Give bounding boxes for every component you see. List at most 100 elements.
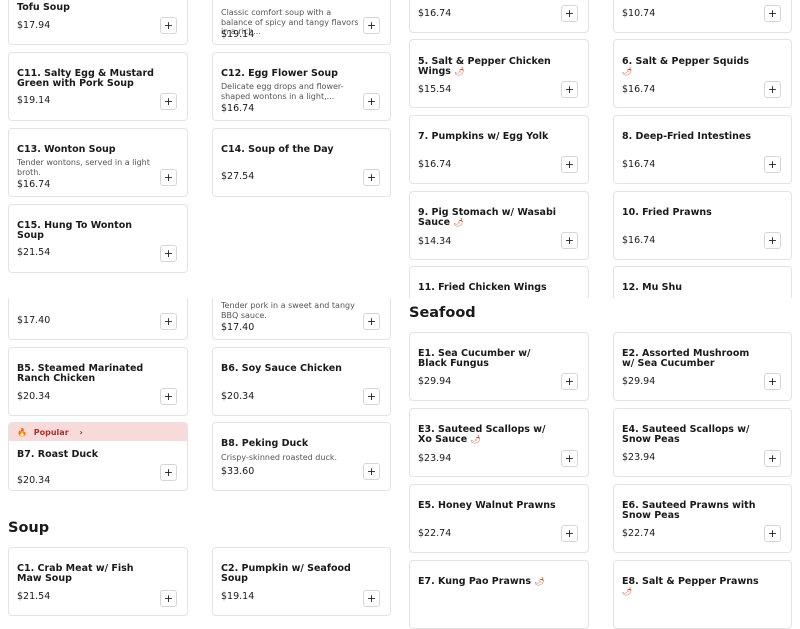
add-to-cart-button[interactable]: +	[561, 5, 578, 22]
item-price: $21.54	[17, 591, 51, 602]
item-price: $17.94	[17, 20, 51, 31]
item-name: C11. Salty Egg & Mustard Green with Pork…	[17, 68, 154, 89]
menu-item-card[interactable]: 11. Fried Chicken Wings	[409, 266, 589, 298]
item-price: $21.54	[17, 247, 51, 258]
menu-item-card[interactable]: C14. Soup of the Day $27.54 +	[212, 128, 391, 197]
menu-item-card[interactable]: E3. Sauteed Scallops w/ Xo Sauce 🌶 $23.9…	[409, 408, 589, 477]
menu-item-card[interactable]: $17.40 +	[8, 298, 188, 340]
menu-item-card[interactable]: $10.74 +	[613, 0, 792, 33]
add-to-cart-button[interactable]: +	[363, 169, 380, 186]
menu-item-card[interactable]: Classic comfort soup with a balance of s…	[212, 0, 391, 45]
section-title-seafood: Seafood	[409, 305, 476, 321]
item-name: 12. Mu Shu	[622, 282, 683, 293]
menu-item-card[interactable]: 5. Salt & Pepper Chicken Wings 🌶 $15.54 …	[409, 39, 589, 108]
add-to-cart-button[interactable]: +	[160, 464, 177, 481]
item-price: $16.74	[418, 8, 452, 19]
item-name: C2. Pumpkin w/ Seafood Soup	[221, 563, 351, 584]
menu-item-card[interactable]: E6. Sauteed Prawns with Snow Peas $22.74…	[613, 484, 792, 553]
popular-badge[interactable]: 🔥 Popular ›	[9, 423, 187, 441]
item-price: $27.54	[221, 171, 255, 182]
item-price: $29.94	[418, 376, 452, 387]
item-name: 8. Deep-Fried Intestines	[622, 131, 752, 142]
item-price: $29.94	[622, 376, 656, 387]
add-to-cart-button[interactable]: +	[764, 373, 781, 390]
spicy-icon: 🌶	[453, 218, 464, 227]
menu-item-card[interactable]: E4. Sauteed Scallops w/ Snow Peas $23.94…	[613, 408, 792, 477]
add-to-cart-button[interactable]: +	[764, 450, 781, 467]
item-name: B5. Steamed Marinated Ranch Chicken	[17, 363, 144, 384]
item-price: $16.74	[622, 235, 656, 246]
add-to-cart-button[interactable]: +	[561, 232, 578, 249]
add-to-cart-button[interactable]: +	[160, 17, 177, 34]
menu-item-card[interactable]: Tofu Soup $17.94 +	[8, 0, 188, 45]
section-title-soup: Soup	[8, 520, 50, 536]
add-to-cart-button[interactable]: +	[160, 169, 177, 186]
add-to-cart-button[interactable]: +	[561, 450, 578, 467]
add-to-cart-button[interactable]: +	[160, 93, 177, 110]
add-to-cart-button[interactable]: +	[160, 245, 177, 262]
menu-item-card[interactable]: Tender pork in a sweet and tangy BBQ sau…	[212, 298, 391, 340]
add-to-cart-button[interactable]: +	[764, 232, 781, 249]
menu-item-card[interactable]: C11. Salty Egg & Mustard Green with Pork…	[8, 52, 188, 121]
item-name: C12. Egg Flower Soup	[221, 68, 338, 79]
menu-item-card[interactable]: B6. Soy Sauce Chicken $20.34 +	[212, 347, 391, 416]
add-to-cart-button[interactable]: +	[363, 590, 380, 607]
add-to-cart-button[interactable]: +	[160, 388, 177, 405]
add-to-cart-button[interactable]: +	[363, 463, 380, 480]
item-price: $22.74	[418, 528, 452, 539]
menu-item-card[interactable]: C13. Wonton Soup Tender wontons, served …	[8, 128, 188, 197]
item-name: 6. Salt & Pepper Squids 🌶	[622, 56, 750, 77]
menu-item-card[interactable]: 10. Fried Prawns $16.74 +	[613, 191, 792, 260]
add-to-cart-button[interactable]: +	[363, 388, 380, 405]
add-to-cart-button[interactable]: +	[561, 81, 578, 98]
add-to-cart-button[interactable]: +	[363, 93, 380, 110]
menu-item-card[interactable]: E5. Honey Walnut Prawns $22.74 +	[409, 484, 589, 553]
menu-item-card[interactable]: C15. Hung To Wonton Soup $21.54 +	[8, 204, 188, 273]
item-price: $17.40	[17, 315, 51, 326]
menu-item-card[interactable]: 6. Salt & Pepper Squids 🌶 $16.74 +	[613, 39, 792, 108]
menu-item-card[interactable]: E1. Sea Cucumber w/ Black Fungus $29.94 …	[409, 332, 589, 401]
item-description: Delicate egg drops and flower-shaped won…	[221, 82, 344, 101]
menu-item-card[interactable]: C1. Crab Meat w/ Fish Maw Soup $21.54 +	[8, 547, 188, 616]
menu-item-card[interactable]: 8. Deep-Fried Intestines $16.74 +	[613, 115, 792, 184]
menu-item-card[interactable]: C2. Pumpkin w/ Seafood Soup $19.14 +	[212, 547, 391, 616]
item-name: E8. Salt & Pepper Prawns 🌶	[622, 576, 759, 597]
menu-item-card[interactable]: E2. Assorted Mushroom w/ Sea Cucumber $2…	[613, 332, 792, 401]
add-to-cart-button[interactable]: +	[764, 81, 781, 98]
menu-item-card[interactable]: B8. Peking Duck Crispy-skinned roasted d…	[212, 422, 391, 491]
item-description: Crispy-skinned roasted duck.	[221, 453, 338, 462]
add-to-cart-button[interactable]: +	[160, 590, 177, 607]
item-price: $20.34	[221, 391, 255, 402]
add-to-cart-button[interactable]: +	[764, 525, 781, 542]
spicy-icon: 🌶	[470, 435, 481, 444]
add-to-cart-button[interactable]: +	[561, 156, 578, 173]
item-price: $19.14	[17, 95, 51, 106]
add-to-cart-button[interactable]: +	[160, 313, 177, 330]
add-to-cart-button[interactable]: +	[363, 17, 380, 34]
add-to-cart-button[interactable]: +	[561, 525, 578, 542]
item-name: Tofu Soup	[17, 2, 70, 13]
item-name: B6. Soy Sauce Chicken	[221, 363, 342, 374]
add-to-cart-button[interactable]: +	[561, 373, 578, 390]
menu-item-card[interactable]: C12. Egg Flower Soup Delicate egg drops …	[212, 52, 391, 121]
menu-item-card[interactable]: 7. Pumpkins w/ Egg Yolk $16.74 +	[409, 115, 589, 184]
menu-item-card[interactable]: 9. Pig Stomach w/ Wasabi Sauce 🌶 $14.34 …	[409, 191, 589, 260]
item-name: 11. Fried Chicken Wings	[418, 282, 547, 293]
item-name: E1. Sea Cucumber w/ Black Fungus	[418, 348, 531, 369]
add-to-cart-button[interactable]: +	[764, 5, 781, 22]
item-price: $22.74	[622, 528, 656, 539]
item-price: $17.40	[221, 322, 255, 333]
item-price: $16.74	[17, 179, 51, 190]
menu-item-card[interactable]: B5. Steamed Marinated Ranch Chicken $20.…	[8, 347, 188, 416]
menu-item-card[interactable]: E7. Kung Pao Prawns 🌶	[409, 560, 589, 629]
add-to-cart-button[interactable]: +	[363, 313, 380, 330]
menu-item-card[interactable]: E8. Salt & Pepper Prawns 🌶	[613, 560, 792, 629]
item-name: B7. Roast Duck	[17, 449, 99, 460]
menu-item-card[interactable]: 🔥 Popular › B7. Roast Duck $20.34 +	[8, 422, 188, 491]
item-price: $10.74	[622, 8, 656, 19]
menu-item-card[interactable]: 12. Mu Shu	[613, 266, 792, 298]
menu-item-card[interactable]: $16.74 +	[409, 0, 589, 33]
spicy-icon: 🌶	[534, 577, 545, 586]
item-name: E6. Sauteed Prawns with Snow Peas	[622, 500, 756, 521]
add-to-cart-button[interactable]: +	[764, 156, 781, 173]
